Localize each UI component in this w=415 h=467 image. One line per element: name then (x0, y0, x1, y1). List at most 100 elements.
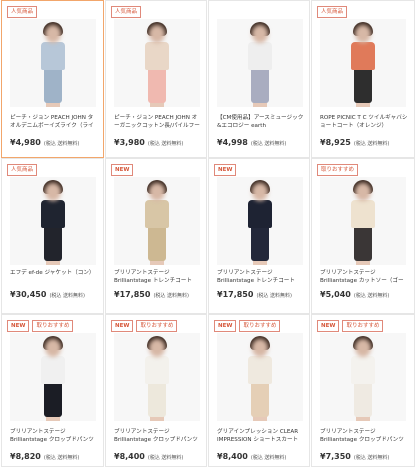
product-title-link[interactable]: ブリリアントステージ Brilliantstage トレンチコート（コン） (217, 269, 305, 285)
label-badge: 人気商品 (7, 6, 38, 18)
price-amount: ¥8,925 (320, 138, 351, 147)
product-card[interactable]: 【CM使用品】アースミュージック&エコロジー earth music&ecolo… (208, 0, 310, 158)
product-title-link[interactable]: ブリリアントステージ Brilliantstage クロップドパンツ（オフシロ） (114, 428, 202, 444)
model-face-blurred (149, 339, 165, 357)
product-title-link[interactable]: ピーチ・ジョン PEACH JOHN オーガニックコットン長/パイルフーディ（ボ… (114, 114, 202, 130)
product-price: ¥8,400 (税込 送料無料) (217, 452, 286, 461)
product-title-link[interactable]: ブリリアントステージ Brilliantstage クロップドパンツ（オフシロ） (320, 428, 408, 444)
tax-note: (税込 送料無料) (43, 455, 80, 461)
product-image[interactable] (320, 177, 406, 265)
product-image[interactable] (10, 333, 96, 421)
product-price: ¥7,350 (税込 送料無料) (320, 452, 389, 461)
product-card[interactable]: NEW 取りおすすめブリリアントステージ Brilliantstage クロップド… (1, 314, 104, 467)
product-title-link[interactable]: ブリリアントステージ Brilliantstage カットソー（ゴールド） (320, 269, 408, 285)
label-badge: 人気商品 (317, 6, 348, 18)
label-badge: 人気商品 (111, 6, 142, 18)
product-badges: 人気商品 (7, 164, 38, 176)
product-card[interactable]: NEW 取りおすすめ ブリリアントステージ Brilliantstage クロップド… (311, 314, 415, 467)
new-badge: NEW (214, 164, 237, 176)
product-price: ¥4,980 (税込 送料無料) (10, 138, 79, 147)
model-figure (33, 19, 73, 107)
garment-bottom (148, 383, 166, 417)
product-title-link[interactable]: ピーチ・ジョン PEACH JOHN タオルデニムボーイズライク（ライトインディ… (10, 114, 98, 130)
product-image[interactable] (114, 19, 200, 107)
garment-top (41, 356, 65, 384)
product-image[interactable] (10, 19, 96, 107)
product-image[interactable] (217, 177, 303, 265)
product-card[interactable]: 人気商品 エフデ ef-de ジャケット（コン） ¥30,450 (税込 送料無料) (1, 158, 104, 314)
garment-top (248, 200, 272, 228)
product-card[interactable]: NEW 取りおすすめグリアインプレッション CLEAR IMPRESSION ショ… (208, 314, 310, 467)
product-image[interactable] (10, 177, 96, 265)
tax-note: (税込 送料無料) (353, 293, 390, 299)
tax-note: (税込 送料無料) (250, 141, 287, 147)
product-image[interactable] (217, 333, 303, 421)
tax-note: (税込 送料無料) (353, 455, 390, 461)
price-amount: ¥4,980 (10, 138, 41, 147)
garment-top (351, 356, 375, 384)
garment-top (145, 356, 169, 384)
product-title-link[interactable]: エフデ ef-de ジャケット（コン） (10, 269, 98, 285)
tax-note: (税込 送料無料) (153, 293, 189, 299)
product-badges: 取りおすすめ (317, 164, 359, 176)
product-card[interactable]: NEW ブリリアントステージ Brilliantstage トレンチコート（ベージ… (105, 158, 207, 314)
product-price: ¥4,998 (税込 送料無料) (217, 138, 286, 147)
garment-top (145, 200, 169, 228)
product-card[interactable]: NEW 取りおすすめブリリアントステージ Brilliantstage クロップド… (105, 314, 207, 467)
product-title-link[interactable]: ブリリアントステージ Brilliantstage クロップドパンツ（コン） (10, 428, 98, 444)
price-amount: ¥5,040 (320, 290, 351, 299)
product-badges: NEW (214, 164, 237, 176)
product-title-link[interactable]: グリアインプレッション CLEAR IMPRESSION ショートスカート（ベー… (217, 428, 305, 444)
product-badges: NEW 取りおすすめ (111, 320, 178, 332)
model-figure (343, 19, 383, 107)
product-title-link[interactable]: ブリリアントステージ Brilliantstage トレンチコート（ベージュ） (114, 269, 202, 285)
label-badge: 取りおすすめ (239, 320, 281, 332)
product-image[interactable] (320, 19, 406, 107)
product-price: ¥8,820 (税込 送料無料) (10, 452, 79, 461)
garment-bottom (44, 227, 62, 261)
new-badge: NEW (214, 320, 237, 332)
product-price: ¥17,850 (税込 送料無料) (114, 290, 189, 299)
product-card[interactable]: 取りおすすめブリリアントステージ Brilliantstage カットソー（ゴー… (311, 158, 415, 314)
product-card[interactable]: NEW ブリリアントステージ Brilliantstage トレンチコート（コン）… (208, 158, 310, 314)
model-face-blurred (355, 339, 371, 357)
product-price: ¥3,980 (税込 送料無料) (114, 138, 183, 147)
garment-top (41, 200, 65, 228)
model-face-blurred (252, 25, 268, 43)
label-badge: 取りおすすめ (342, 320, 384, 332)
garment-bottom (44, 383, 62, 417)
product-badges: NEW 取りおすすめ (214, 320, 281, 332)
price-amount: ¥8,400 (114, 452, 145, 461)
product-title-link[interactable]: ROPE PICNIC T C ツイルギャバショートコート（オレンジ） (320, 114, 408, 130)
new-badge: NEW (111, 320, 134, 332)
product-price: ¥17,850 (税込 送料無料) (217, 290, 292, 299)
garment-bottom (148, 69, 166, 103)
product-card[interactable]: 人気商品ピーチ・ジョン PEACH JOHN タオルデニムボーイズライク（ライト… (1, 0, 104, 158)
product-badges: NEW 取りおすすめ (7, 320, 74, 332)
product-price: ¥8,400 (税込 送料無料) (114, 452, 183, 461)
price-amount: ¥3,980 (114, 138, 145, 147)
product-image[interactable] (114, 177, 200, 265)
product-badges: 人気商品 (317, 6, 348, 18)
price-amount: ¥17,850 (114, 290, 151, 299)
garment-bottom (251, 227, 269, 261)
garment-top (351, 42, 375, 70)
product-grid: 人気商品ピーチ・ジョン PEACH JOHN タオルデニムボーイズライク（ライト… (0, 0, 415, 467)
product-title-link[interactable]: 【CM使用品】アースミュージック&エコロジー earth music&ecolo… (217, 114, 305, 130)
garment-bottom (354, 69, 372, 103)
garment-top (41, 42, 65, 70)
label-badge: 取りおすすめ (32, 320, 74, 332)
model-figure (343, 333, 383, 421)
garment-bottom (354, 383, 372, 417)
label-badge: 人気商品 (7, 164, 38, 176)
price-amount: ¥7,350 (320, 452, 351, 461)
model-face-blurred (252, 339, 268, 357)
product-image[interactable] (217, 19, 303, 107)
product-card[interactable]: 人気商品 ROPE PICNIC T C ツイルギャバショートコート（オレンジ） ¥… (311, 0, 415, 158)
product-image[interactable] (320, 333, 406, 421)
model-face-blurred (45, 183, 61, 201)
product-image[interactable] (114, 333, 200, 421)
product-card[interactable]: 人気商品ピーチ・ジョン PEACH JOHN オーガニックコットン長/パイルフー… (105, 0, 207, 158)
label-badge: 取りおすすめ (136, 320, 178, 332)
new-badge: NEW (111, 164, 134, 176)
